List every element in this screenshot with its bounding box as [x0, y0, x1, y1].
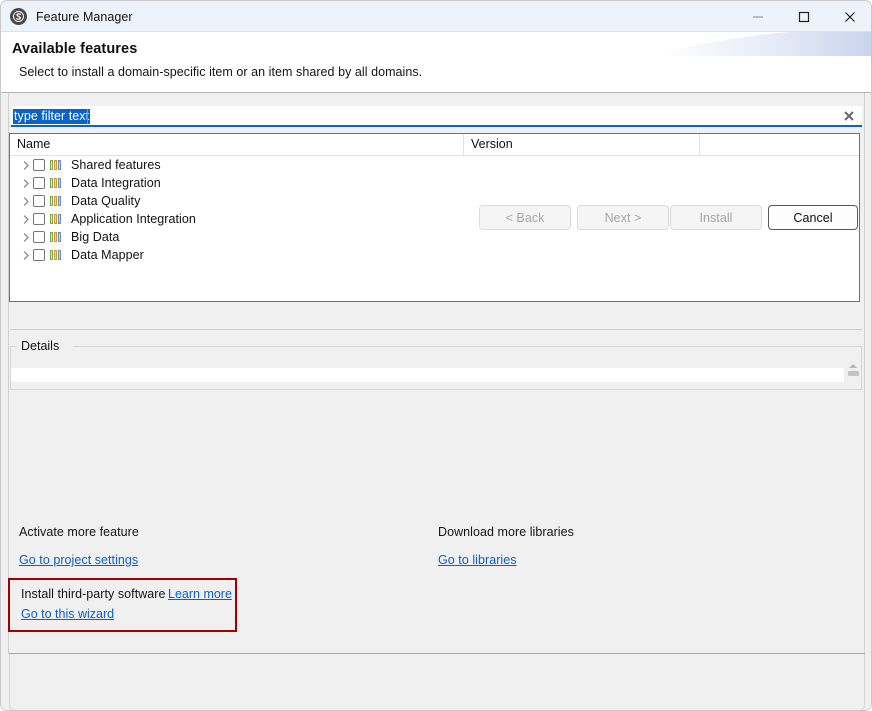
feature-bars-icon [50, 232, 65, 242]
spinner-icon[interactable] [847, 364, 859, 384]
row-label: Data Quality [71, 194, 140, 208]
wizard-body: type filter text Name Version [1, 93, 872, 711]
footer-bar [9, 654, 865, 711]
chevron-right-icon[interactable] [19, 233, 33, 242]
left-rail [1, 93, 9, 654]
details-text[interactable] [11, 368, 844, 382]
close-button[interactable] [827, 1, 872, 32]
header-decoration-icon [643, 32, 872, 74]
row-checkbox[interactable] [33, 249, 45, 261]
row-label: Big Data [71, 230, 119, 244]
details-legend: Details [17, 339, 63, 353]
row-checkbox[interactable] [33, 159, 45, 171]
right-rail [864, 93, 872, 654]
back-button[interactable]: < Back [479, 205, 571, 230]
go-to-libraries-link[interactable]: Go to libraries [438, 553, 517, 567]
row-label: Shared features [71, 158, 161, 172]
chevron-right-icon[interactable] [19, 161, 33, 170]
table-row[interactable]: Big Data [10, 228, 859, 246]
filter-field[interactable]: type filter text [11, 106, 862, 127]
row-checkbox[interactable] [33, 213, 45, 225]
maximize-button[interactable] [781, 1, 827, 32]
text-caret [87, 109, 88, 124]
chevron-right-icon[interactable] [19, 197, 33, 206]
third-party-label: Install third-party software [21, 587, 166, 601]
row-label: Application Integration [71, 212, 196, 226]
tree-header: Name Version [10, 134, 859, 156]
feature-manager-icon [10, 8, 27, 25]
chevron-right-icon[interactable] [19, 179, 33, 188]
download-section-label: Download more libraries [438, 525, 574, 539]
third-party-highlight-box: Install third-party software Learn more … [8, 578, 237, 632]
feature-bars-icon [50, 214, 65, 224]
next-button[interactable]: Next > [577, 205, 669, 230]
row-checkbox[interactable] [33, 177, 45, 189]
column-header-version[interactable]: Version [463, 134, 699, 155]
window-controls [735, 1, 872, 32]
row-checkbox[interactable] [33, 231, 45, 243]
page-subtitle: Select to install a domain-specific item… [19, 65, 422, 79]
clear-icon[interactable] [842, 109, 856, 123]
feature-bars-icon [50, 196, 65, 206]
activate-section-label: Activate more feature [19, 525, 139, 539]
row-label: Data Mapper [71, 248, 144, 262]
row-checkbox[interactable] [33, 195, 45, 207]
row-label: Data Integration [71, 176, 161, 190]
minimize-button[interactable] [735, 1, 781, 32]
feature-manager-window: Feature Manager [0, 0, 872, 711]
window-title: Feature Manager [36, 10, 133, 24]
column-header-extra[interactable] [699, 134, 859, 155]
title-bar-left: Feature Manager [10, 1, 133, 32]
page-title: Available features [12, 41, 137, 57]
go-to-this-wizard-link[interactable]: Go to this wizard [21, 607, 114, 621]
section-divider [10, 329, 862, 330]
cancel-button[interactable]: Cancel [768, 205, 858, 230]
column-header-name[interactable]: Name [10, 134, 463, 155]
chevron-right-icon[interactable] [19, 215, 33, 224]
feature-bars-icon [50, 250, 65, 260]
table-row[interactable]: Shared features [10, 156, 859, 174]
feature-bars-icon [50, 160, 65, 170]
table-row[interactable]: Data Integration [10, 174, 859, 192]
wizard-header: Available features Select to install a d… [1, 32, 872, 93]
feature-bars-icon [50, 178, 65, 188]
chevron-right-icon[interactable] [19, 251, 33, 260]
install-button[interactable]: Install [670, 205, 762, 230]
learn-more-link[interactable]: Learn more [168, 587, 232, 601]
filter-input[interactable]: type filter text [13, 109, 90, 124]
table-row[interactable]: Data Mapper [10, 246, 859, 264]
go-to-project-settings-link[interactable]: Go to project settings [19, 553, 138, 567]
title-bar: Feature Manager [1, 1, 872, 32]
